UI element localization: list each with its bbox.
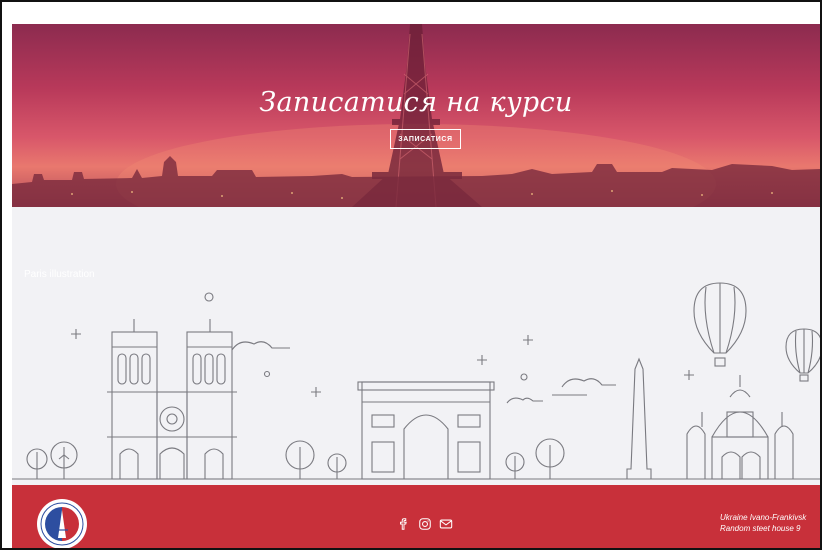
illustration-section: Paris illustration	[12, 207, 820, 485]
enroll-button[interactable]: ЗАПИСАТИСЯ	[390, 129, 461, 149]
footer-address: Ukraine Ivano-Frankivsk Random steet hou…	[720, 512, 806, 534]
facebook-icon[interactable]	[397, 517, 411, 531]
notre-dame-outline	[107, 319, 237, 480]
social-links	[397, 517, 453, 531]
arc-de-triomphe-outline	[357, 381, 495, 480]
obelisk-outline	[626, 357, 652, 479]
footer: Ukraine Ivano-Frankivsk Random steet hou…	[12, 485, 820, 548]
school-logo[interactable]	[36, 498, 88, 550]
paris-line-illustration	[12, 282, 820, 480]
address-line-2: Random steet house 9	[720, 524, 801, 533]
instagram-icon[interactable]	[418, 517, 432, 531]
sacre-coeur-outline	[686, 375, 794, 480]
address-line-1: Ukraine Ivano-Frankivsk	[720, 513, 807, 522]
trees-middle	[505, 438, 565, 479]
mail-icon[interactable]	[439, 517, 453, 531]
hero-title: Записатися на курси	[259, 87, 573, 118]
page-frame: Записатися на курси ЗАПИСАТИСЯ Paris ill…	[0, 0, 822, 550]
hero-section: Записатися на курси ЗАПИСАТИСЯ	[12, 24, 820, 207]
top-strip	[12, 2, 820, 24]
hot-air-balloons	[693, 282, 820, 382]
